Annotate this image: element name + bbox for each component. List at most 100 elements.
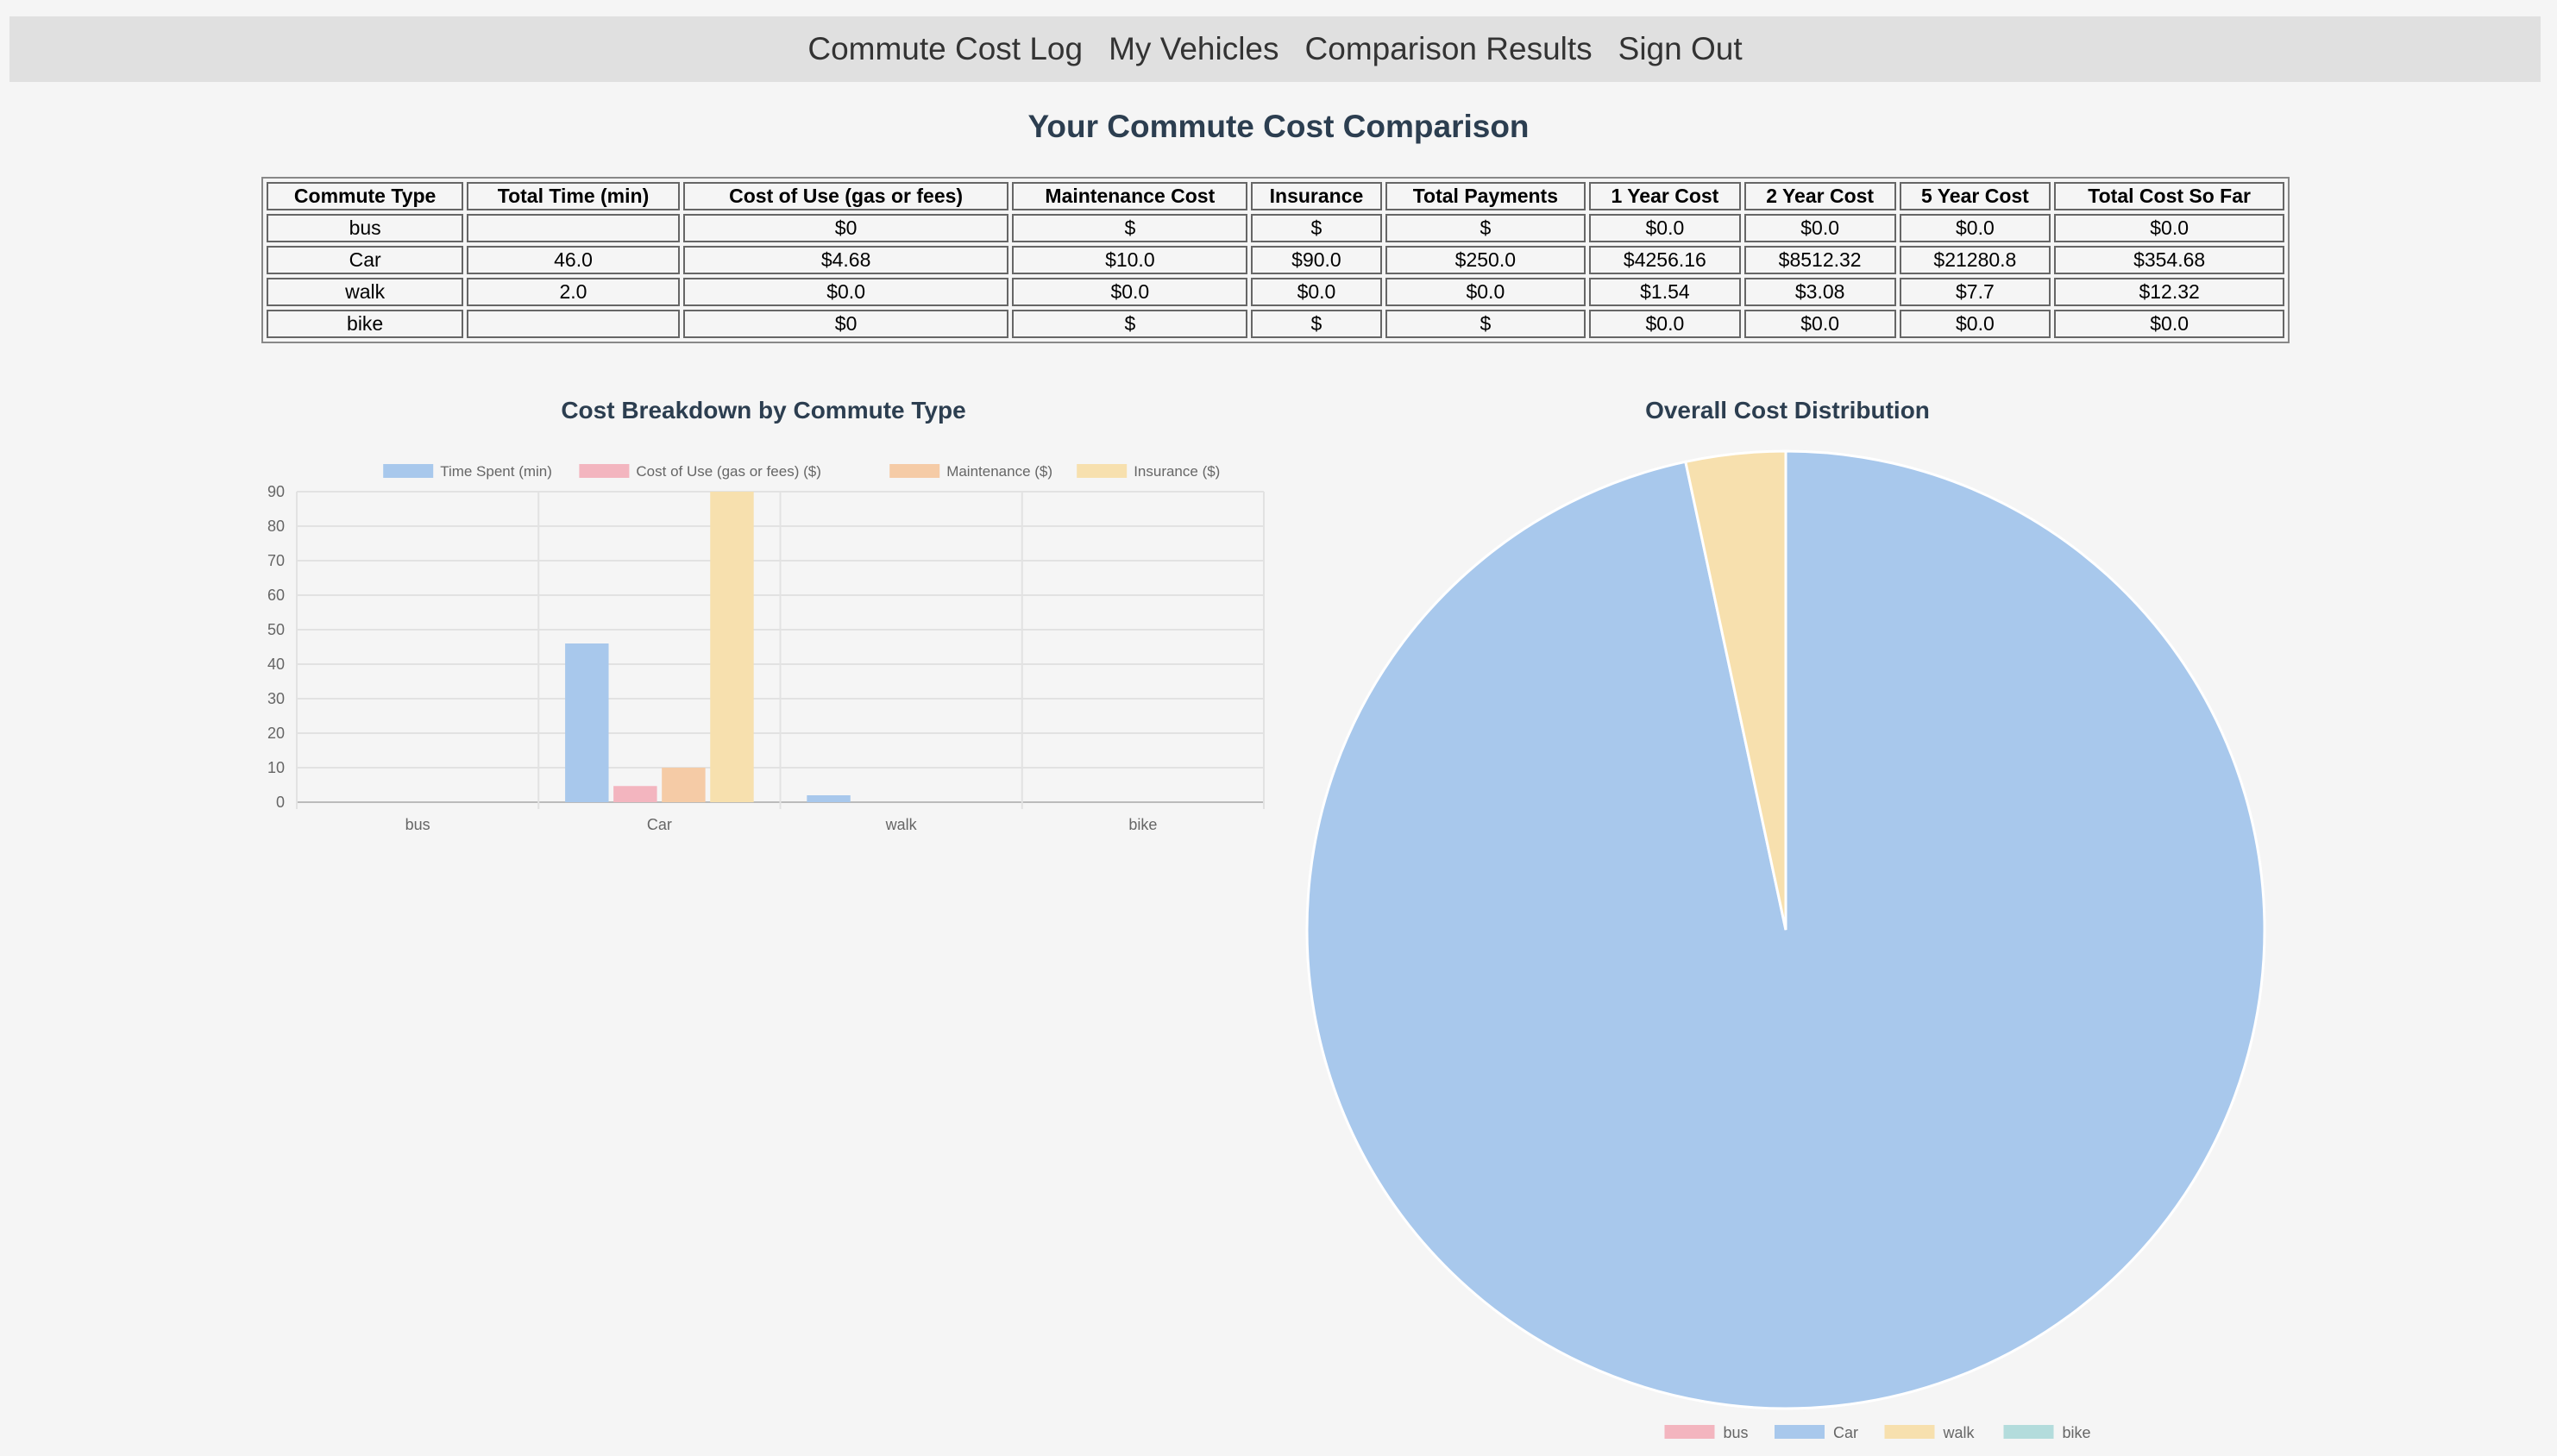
pie-chart: [1305, 449, 2266, 1410]
pie-legend-swatch-walk: [1884, 1425, 1935, 1439]
table-cell: $0.0: [1743, 310, 1896, 338]
table-header-row: Commute Type Total Time (min) Cost of Us…: [267, 182, 2284, 210]
y-tick-label: 60: [267, 587, 285, 604]
y-tick-label: 50: [267, 621, 285, 638]
pie-legend-swatch-car: [1775, 1425, 1825, 1439]
legend-swatch-insurance: [1077, 464, 1128, 478]
table-row: bike $0 $ $ $ $0.0 $0.0 $0.0 $0.0: [267, 310, 2284, 338]
table-cell: $0.0: [2054, 214, 2284, 242]
table-row: bus $0 $ $ $ $0.0 $0.0 $0.0 $0.0: [267, 214, 2284, 242]
header-cost-of-use: Cost of Use (gas or fees): [682, 182, 1009, 210]
table-cell: $: [1251, 310, 1382, 338]
legend-label-insurance: Insurance ($): [1134, 463, 1220, 480]
table-cell: $21280.8: [1899, 246, 2051, 274]
bar-chart: Time Spent (min) Cost of Use (gas or fees…: [267, 463, 1265, 833]
table-cell: $0: [682, 310, 1009, 338]
table-cell: bus: [267, 214, 464, 242]
y-tick-label: 40: [267, 656, 285, 673]
table-cell: $354.68: [2054, 246, 2284, 274]
x-tick-label: bus: [405, 816, 430, 833]
bar-chart-title: Cost Breakdown by Commute Type: [561, 397, 966, 424]
header-2-year-cost: 2 Year Cost: [1743, 182, 1896, 210]
y-tick-label: 90: [267, 483, 285, 500]
legend-swatch-cost-of-use-gas-or-fees: [579, 464, 630, 478]
table-cell: $8512.32: [1743, 246, 1896, 274]
table-cell: $0.0: [1589, 214, 1741, 242]
pie-chart-title: Overall Cost Distribution: [1645, 397, 1930, 424]
table-row: Car 46.0 $4.68 $10.0 $90.0 $250.0 $4256.…: [267, 246, 2284, 274]
x-tick-label: Car: [647, 816, 672, 833]
table-cell: $0.0: [1743, 214, 1896, 242]
legend-label-cost-of-use-gas-or-fees: Cost of Use (gas or fees) ($): [636, 463, 820, 480]
table-cell: 2.0: [467, 278, 680, 306]
table-cell: $: [1385, 214, 1586, 242]
table-cell: $0.0: [1012, 278, 1248, 306]
table-cell: $: [1385, 310, 1586, 338]
pie-legend-label-car: Car: [1833, 1424, 1858, 1441]
pie-legend-label-bike: bike: [2063, 1424, 2091, 1441]
table-cell: $250.0: [1385, 246, 1586, 274]
header-total-payments: Total Payments: [1385, 182, 1586, 210]
y-tick-label: 70: [267, 552, 285, 569]
table-cell: $0.0: [682, 278, 1009, 306]
table-cell: $4256.16: [1589, 246, 1741, 274]
table-cell: $0.0: [2054, 310, 2284, 338]
table-cell: $4.68: [682, 246, 1009, 274]
table-cell: $0.0: [1899, 214, 2051, 242]
y-tick-label: 80: [267, 518, 285, 535]
page-title: Your Commute Cost Comparison: [1027, 109, 1530, 144]
table-cell: $0.0: [1899, 310, 2051, 338]
legend-swatch-time-spent-min: [383, 464, 434, 478]
y-tick-label: 10: [267, 759, 285, 776]
header-total-cost-so-far: Total Cost So Far: [2054, 182, 2284, 210]
table-cell: $7.7: [1899, 278, 2051, 306]
pie-legend-swatch-bike: [2003, 1425, 2054, 1439]
legend-label-time-spent-min: Time Spent (min): [440, 463, 552, 480]
table-cell: $: [1012, 310, 1248, 338]
bar-walk-time-spent-min: [807, 795, 851, 802]
table-cell: $1.54: [1589, 278, 1741, 306]
cost-comparison-table: Commute Type Total Time (min) Cost of Us…: [261, 177, 2290, 343]
y-tick-label: 0: [276, 794, 285, 811]
y-tick-label: 20: [267, 725, 285, 742]
table-cell: $12.32: [2054, 278, 2284, 306]
table-cell: $0: [682, 214, 1009, 242]
table-cell: $3.08: [1743, 278, 1896, 306]
header-1-year-cost: 1 Year Cost: [1589, 182, 1741, 210]
nav-link-sign-out[interactable]: Sign Out: [1618, 31, 1743, 67]
table-cell: walk: [267, 278, 464, 306]
table-cell: bike: [267, 310, 464, 338]
pie-legend-label-bus: bus: [1724, 1424, 1749, 1441]
table-row: walk 2.0 $0.0 $0.0 $0.0 $0.0 $1.54 $3.08…: [267, 278, 2284, 306]
table-cell: $0.0: [1589, 310, 1741, 338]
nav-link-commute-cost-log[interactable]: Commute Cost Log: [807, 31, 1083, 67]
table-cell: $: [1012, 214, 1248, 242]
table-cell: 46.0: [467, 246, 680, 274]
table-cell: Car: [267, 246, 464, 274]
pie-legend-swatch-bus: [1664, 1425, 1715, 1439]
header-maintenance-cost: Maintenance Cost: [1012, 182, 1248, 210]
legend-label-maintenance: Maintenance ($): [946, 463, 1052, 480]
table-cell: [467, 310, 680, 338]
legend-swatch-maintenance: [889, 464, 940, 478]
header-5-year-cost: 5 Year Cost: [1899, 182, 2051, 210]
pie-chart-legend: bus Car walk bike: [1664, 1424, 2091, 1441]
bar-car-cost-of-use-gas-or-fees: [613, 786, 657, 802]
header-commute-type: Commute Type: [267, 182, 464, 210]
table-cell: $10.0: [1012, 246, 1248, 274]
nav-link-comparison-results[interactable]: Comparison Results: [1305, 31, 1593, 67]
bar-car-maintenance: [662, 768, 706, 802]
table-cell: $0.0: [1385, 278, 1586, 306]
x-tick-label: bike: [1128, 816, 1157, 833]
table-cell: $90.0: [1251, 246, 1382, 274]
header-insurance: Insurance: [1251, 182, 1382, 210]
table-cell: $: [1251, 214, 1382, 242]
bar-car-insurance: [710, 492, 754, 802]
header-total-time: Total Time (min): [467, 182, 680, 210]
table-cell: $0.0: [1251, 278, 1382, 306]
y-tick-label: 30: [267, 690, 285, 707]
table-cell: [467, 214, 680, 242]
x-tick-label: walk: [885, 816, 918, 833]
nav-link-my-vehicles[interactable]: My Vehicles: [1109, 31, 1278, 67]
bar-car-time-spent-min: [565, 643, 609, 802]
